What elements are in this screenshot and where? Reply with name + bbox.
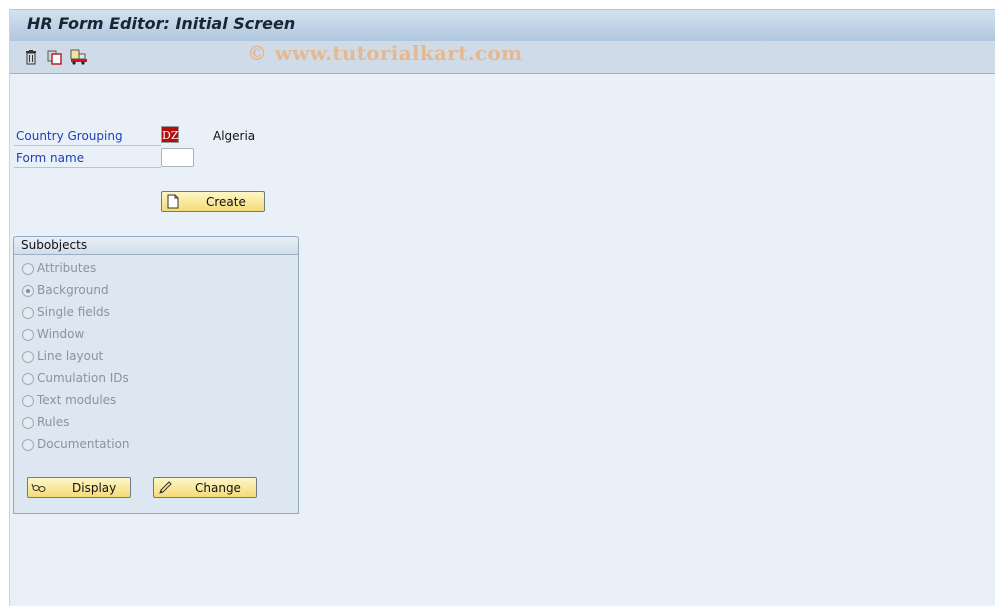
pencil-icon [157,480,173,495]
new-document-icon [165,194,181,209]
display-label: Display [72,481,117,495]
application-toolbar: © www.tutorialkart.com [10,41,995,74]
radio-button-selected[interactable] [22,285,34,297]
form-name-input[interactable] [161,148,194,167]
radio-label: Text modules [37,393,117,407]
delete-icon[interactable] [23,49,39,65]
label-underline [14,167,161,168]
radio-button[interactable] [22,263,34,275]
radio-label: Rules [37,415,70,429]
glasses-icon [31,480,47,495]
radio-label: Documentation [37,437,130,451]
label-underline [14,145,161,146]
form-name-label: Form name [16,151,85,165]
create-button[interactable]: Create [161,191,265,212]
country-grouping-field[interactable]: DZ [161,126,179,143]
page-title: HR Form Editor: Initial Screen [27,14,296,33]
watermark: © www.tutorialkart.com [247,41,523,65]
app-frame: HR Form Editor: Initial Screen © www.tut… [9,9,995,606]
subobjects-group: Subobjects Attributes Background Single … [13,236,299,514]
country-name: Algeria [213,129,256,143]
country-grouping-label: Country Grouping [16,129,123,143]
radio-button[interactable] [22,307,34,319]
radio-button[interactable] [22,351,34,363]
radio-button[interactable] [22,439,34,451]
radio-label: Line layout [37,349,104,363]
title-bar: HR Form Editor: Initial Screen [10,9,995,42]
display-button[interactable]: Display [27,477,131,498]
radio-label: Window [37,327,85,341]
change-button[interactable]: Change [153,477,257,498]
radio-label: Attributes [37,261,97,275]
radio-label: Single fields [37,305,110,319]
radio-label: Cumulation IDs [37,371,129,385]
subobjects-title: Subobjects [21,238,88,252]
radio-button[interactable] [22,395,34,407]
radio-button[interactable] [22,417,34,429]
copy-icon[interactable] [47,49,63,65]
subobjects-header: Subobjects [14,237,298,255]
radio-label: Background [37,283,109,297]
create-label: Create [206,195,246,209]
radio-button[interactable] [22,329,34,341]
change-label: Change [195,481,241,495]
radio-button[interactable] [22,373,34,385]
transport-icon[interactable] [70,49,88,65]
